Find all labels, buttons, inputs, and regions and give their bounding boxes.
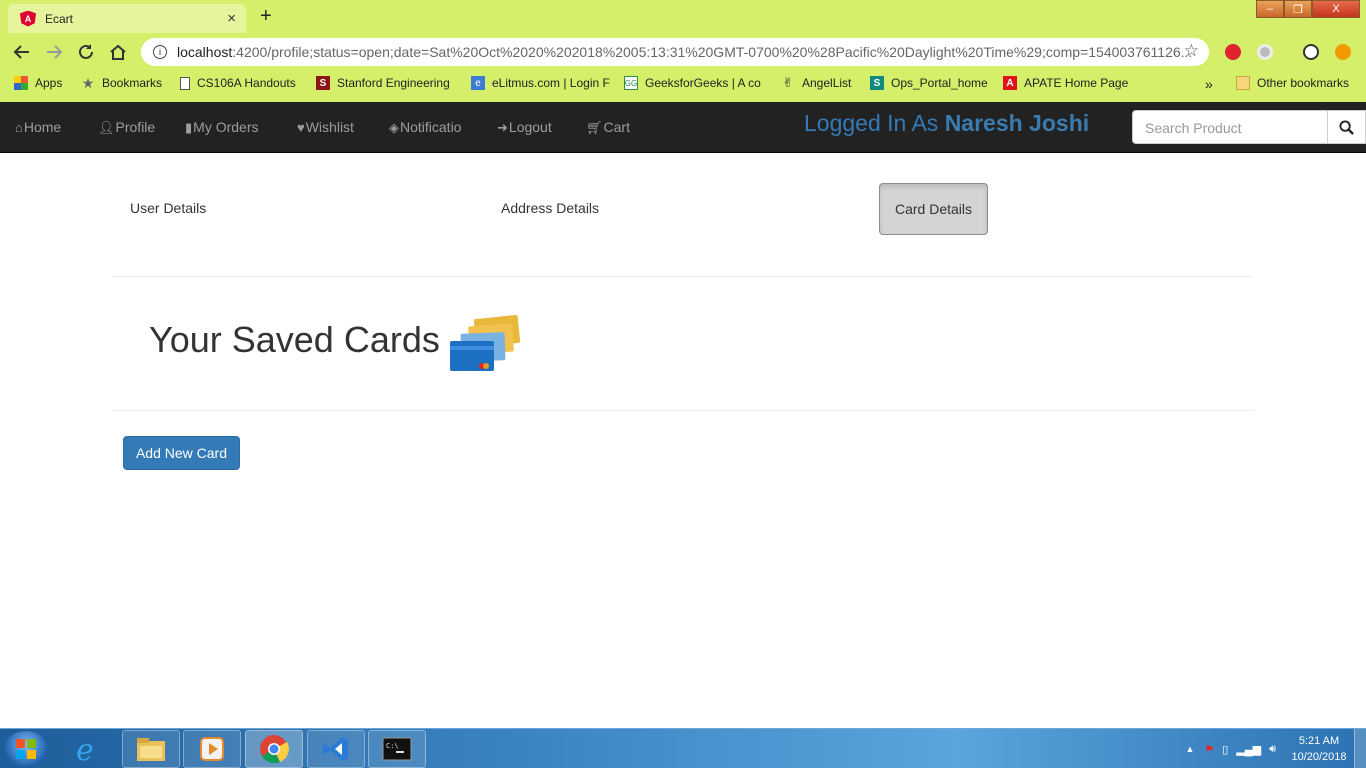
taskbar: e C:\ ▲ ⚑ ▯ ▂▄▆ 🔊︎ [0,728,1366,768]
logged-in-label: Logged In As Naresh Joshi [804,110,1090,136]
browser-tab[interactable]: A Ecart × [8,4,246,33]
bookmark-apate[interactable]: A APATE Home Page [1003,76,1128,90]
apps-grid-icon [14,76,28,90]
heart-icon: ♥ [297,120,305,135]
opera-extension-icon[interactable] [1225,44,1241,60]
divider [113,276,1253,277]
stanford-icon: S [316,76,330,90]
start-button[interactable] [4,731,48,767]
nav-logout[interactable]: ➜Logout [497,119,552,136]
page-title: Your Saved Cards [149,319,440,360]
cart-icon: 🛒︎ [586,120,603,135]
bookmark-apps[interactable]: Apps [14,76,62,90]
gfg-icon: GG [624,76,638,90]
close-window-button[interactable]: X [1312,0,1360,18]
clock-date: 10/20/2018 [1291,751,1347,763]
url-rest: :4200/profile;status=open;date=Sat%20Oct… [232,44,1193,60]
home-button-icon[interactable] [108,42,128,67]
search-button[interactable] [1327,110,1366,144]
volume-icon[interactable]: 🔊︎ [1269,743,1276,756]
tab-close-icon[interactable]: × [227,10,236,27]
search-icon [1339,119,1354,135]
nav-profile[interactable]: 👤︎Profile [98,119,155,136]
user-icon: 👤︎ [98,120,115,135]
bookmark-elitmus[interactable]: e eLitmus.com | Login F [471,76,610,90]
media-player-icon [200,737,224,761]
star-icon: ★ [81,74,95,91]
bookmark-stanford[interactable]: S Stanford Engineering [316,76,450,90]
add-new-card-button[interactable]: Add New Card [123,436,240,470]
bookmark-other[interactable]: Other bookmarks [1236,76,1349,90]
chrome-menu-icon[interactable] [1335,44,1351,60]
action-center-flag-icon[interactable]: ⚑ [1204,743,1214,756]
bookmark-star-icon[interactable]: ☆ [1184,41,1199,61]
nav-my-orders[interactable]: ▮My Orders [185,119,259,136]
divider [113,410,1253,411]
chrome-icon [260,735,289,764]
forward-arrow-icon[interactable] [44,42,64,67]
system-tray: ▲ ⚑ ▯ ▂▄▆ 🔊︎ [1185,729,1276,769]
media-player-taskbar-button[interactable] [183,730,241,768]
show-desktop-button[interactable] [1354,729,1366,768]
extension-icon[interactable] [1257,44,1273,60]
vscode-icon [323,737,348,761]
more-bookmarks-chevron-icon[interactable]: » [1205,76,1213,92]
minimize-button[interactable]: – [1256,0,1284,18]
folder-icon [137,738,165,761]
nav-home[interactable]: ⌂Home [15,119,61,135]
tab-card-details[interactable]: Card Details [879,183,988,235]
bookmark-cs106a[interactable]: CS106A Handouts [180,76,296,90]
home-icon: ⌂ [15,120,23,135]
tab-user-details[interactable]: User Details [130,200,206,216]
search-input[interactable]: Search Product [1132,110,1328,144]
credit-cards-icon [450,315,521,371]
tray-expand-icon[interactable]: ▲ [1185,744,1194,754]
bookmark-ops-portal[interactable]: S Ops_Portal_home [870,76,988,90]
tags-icon: ◈ [389,120,399,135]
soccer-extension-icon[interactable] [1303,44,1319,60]
folder-icon [1236,76,1250,90]
back-arrow-icon[interactable] [12,42,32,67]
elitmus-icon: e [471,76,485,90]
site-info-icon[interactable]: i [153,45,167,59]
network-icon[interactable]: ▂▄▆ [1236,743,1261,756]
nav-wishlist[interactable]: ♥Wishlist [297,119,354,135]
page-icon [180,76,190,90]
new-tab-button[interactable]: + [260,5,272,28]
tab-address-details[interactable]: Address Details [501,200,599,216]
address-bar[interactable]: i localhost:4200/profile;status=open;dat… [141,38,1209,66]
browser-chrome: A Ecart × + – ❐ X i localhost:4200/profi… [0,0,1366,102]
restore-button[interactable]: ❐ [1284,0,1312,18]
book-icon: ▮ [185,120,193,135]
reload-icon[interactable] [76,42,96,67]
svg-text:C:\: C:\ [386,742,399,750]
bookmarks-bar: Apps ★ Bookmarks CS106A Handouts S Stanf… [0,72,1366,96]
log-in-icon: ➜ [497,120,508,135]
user-name: Naresh Joshi [944,110,1090,136]
tab-title: Ecart [45,11,74,26]
power-icon[interactable]: ▯ [1222,743,1228,756]
vscode-taskbar-button[interactable] [307,730,365,768]
apate-icon: A [1003,76,1017,90]
url-host: localhost [177,44,233,60]
bookmark-angellist[interactable]: ✌ AngelList [781,75,852,90]
sharepoint-icon: S [870,76,884,90]
angular-favicon-icon: A [20,10,36,27]
command-prompt-icon: C:\ [382,737,412,761]
nav-notifications[interactable]: ◈Notificatio [389,119,461,136]
chrome-taskbar-button[interactable] [245,730,303,768]
bookmark-bookmarks[interactable]: ★ Bookmarks [81,74,162,91]
file-explorer-taskbar-button[interactable] [122,730,180,768]
bookmark-gfg[interactable]: GG GeeksforGeeks | A co [624,76,761,90]
windows-logo-icon [16,739,36,759]
svg-text:e: e [76,733,94,765]
cmd-taskbar-button[interactable]: C:\ [368,730,426,768]
system-clock[interactable]: 5:21 AM 10/20/2018 [1283,733,1355,765]
internet-explorer-icon[interactable]: e [72,733,104,770]
angellist-icon: ✌ [782,75,794,90]
window-controls: – ❐ X [1256,0,1360,18]
nav-cart[interactable]: 🛒︎Cart [586,119,630,136]
clock-time: 5:21 AM [1298,735,1340,747]
